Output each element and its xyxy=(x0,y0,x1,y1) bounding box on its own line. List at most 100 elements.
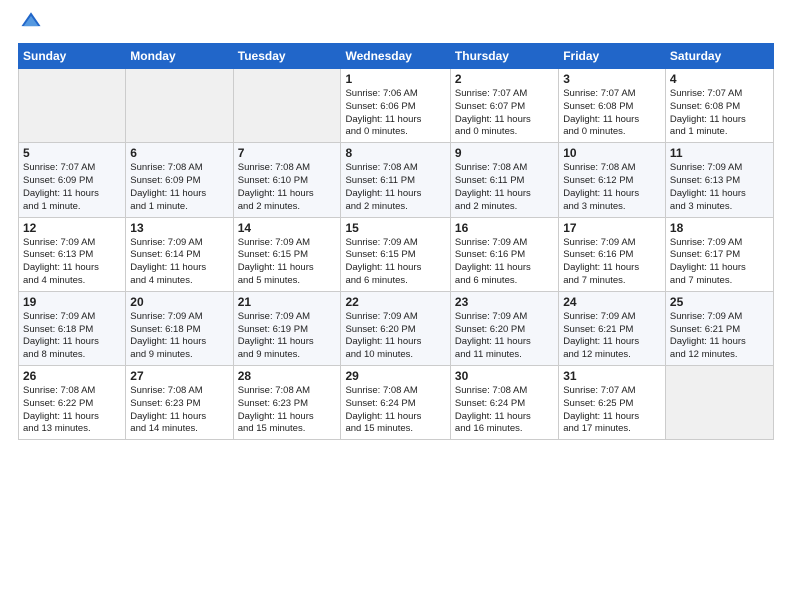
calendar-cell: 6Sunrise: 7:08 AMSunset: 6:09 PMDaylight… xyxy=(126,143,233,217)
cell-line: Daylight: 11 hours xyxy=(563,262,661,275)
day-number: 20 xyxy=(130,295,228,309)
cell-line: Daylight: 11 hours xyxy=(345,336,445,349)
cell-line: Sunset: 6:13 PM xyxy=(23,249,121,262)
day-number: 25 xyxy=(670,295,769,309)
cell-line: Sunrise: 7:09 AM xyxy=(563,237,661,250)
cell-line: Sunrise: 7:09 AM xyxy=(238,237,337,250)
cell-line: Daylight: 11 hours xyxy=(345,114,445,127)
calendar-cell xyxy=(19,69,126,143)
cell-line: Sunset: 6:21 PM xyxy=(670,324,769,337)
cell-line: Sunrise: 7:09 AM xyxy=(670,237,769,250)
calendar-cell xyxy=(126,69,233,143)
cell-line: Sunrise: 7:09 AM xyxy=(23,311,121,324)
cell-line: Sunrise: 7:09 AM xyxy=(455,237,554,250)
cell-line: Daylight: 11 hours xyxy=(238,188,337,201)
cell-line: and 3 minutes. xyxy=(563,201,661,214)
cell-line: Sunset: 6:20 PM xyxy=(345,324,445,337)
day-number: 21 xyxy=(238,295,337,309)
cell-line: Sunset: 6:17 PM xyxy=(670,249,769,262)
cell-line: and 3 minutes. xyxy=(670,201,769,214)
calendar-cell xyxy=(665,366,773,440)
day-number: 9 xyxy=(455,146,554,160)
cell-line: Sunset: 6:18 PM xyxy=(130,324,228,337)
calendar-week-row: 12Sunrise: 7:09 AMSunset: 6:13 PMDayligh… xyxy=(19,217,774,291)
col-header-thursday: Thursday xyxy=(450,44,558,69)
day-number: 11 xyxy=(670,146,769,160)
calendar-cell: 23Sunrise: 7:09 AMSunset: 6:20 PMDayligh… xyxy=(450,291,558,365)
calendar-week-row: 1Sunrise: 7:06 AMSunset: 6:06 PMDaylight… xyxy=(19,69,774,143)
cell-line: Daylight: 11 hours xyxy=(130,336,228,349)
calendar-cell: 31Sunrise: 7:07 AMSunset: 6:25 PMDayligh… xyxy=(559,366,666,440)
day-number: 2 xyxy=(455,72,554,86)
cell-line: and 7 minutes. xyxy=(563,275,661,288)
cell-line: Sunset: 6:22 PM xyxy=(23,398,121,411)
cell-line: Sunrise: 7:08 AM xyxy=(345,385,445,398)
cell-line: Sunset: 6:21 PM xyxy=(563,324,661,337)
day-number: 29 xyxy=(345,369,445,383)
cell-line: and 1 minute. xyxy=(670,126,769,139)
cell-line: Daylight: 11 hours xyxy=(670,114,769,127)
header xyxy=(18,10,774,37)
cell-line: Daylight: 11 hours xyxy=(23,262,121,275)
cell-line: Sunrise: 7:09 AM xyxy=(345,311,445,324)
calendar-cell: 5Sunrise: 7:07 AMSunset: 6:09 PMDaylight… xyxy=(19,143,126,217)
cell-line: Sunset: 6:10 PM xyxy=(238,175,337,188)
cell-line: and 12 minutes. xyxy=(563,349,661,362)
cell-line: and 6 minutes. xyxy=(455,275,554,288)
cell-line: Sunrise: 7:09 AM xyxy=(345,237,445,250)
calendar-cell xyxy=(233,69,341,143)
cell-line: Daylight: 11 hours xyxy=(563,114,661,127)
calendar-cell: 27Sunrise: 7:08 AMSunset: 6:23 PMDayligh… xyxy=(126,366,233,440)
cell-line: Sunset: 6:06 PM xyxy=(345,101,445,114)
cell-line: Sunset: 6:23 PM xyxy=(238,398,337,411)
calendar-cell: 13Sunrise: 7:09 AMSunset: 6:14 PMDayligh… xyxy=(126,217,233,291)
cell-line: Daylight: 11 hours xyxy=(23,188,121,201)
calendar-week-row: 19Sunrise: 7:09 AMSunset: 6:18 PMDayligh… xyxy=(19,291,774,365)
calendar-cell: 24Sunrise: 7:09 AMSunset: 6:21 PMDayligh… xyxy=(559,291,666,365)
cell-line: Sunrise: 7:09 AM xyxy=(23,237,121,250)
cell-line: Sunset: 6:11 PM xyxy=(345,175,445,188)
cell-line: Daylight: 11 hours xyxy=(238,336,337,349)
cell-line: Daylight: 11 hours xyxy=(670,336,769,349)
cell-line: Sunrise: 7:07 AM xyxy=(455,88,554,101)
calendar-cell: 3Sunrise: 7:07 AMSunset: 6:08 PMDaylight… xyxy=(559,69,666,143)
cell-line: Sunrise: 7:09 AM xyxy=(238,311,337,324)
cell-line: Daylight: 11 hours xyxy=(455,336,554,349)
day-number: 31 xyxy=(563,369,661,383)
cell-line: Sunrise: 7:08 AM xyxy=(238,162,337,175)
cell-line: Sunrise: 7:07 AM xyxy=(563,385,661,398)
col-header-saturday: Saturday xyxy=(665,44,773,69)
cell-line: Daylight: 11 hours xyxy=(345,411,445,424)
cell-line: Sunrise: 7:09 AM xyxy=(670,162,769,175)
cell-line: and 0 minutes. xyxy=(345,126,445,139)
calendar-cell: 7 Sunrise: 7:08 AMSunset: 6:10 PMDaylight… xyxy=(233,143,341,217)
cell-line: Sunset: 6:12 PM xyxy=(563,175,661,188)
cell-line: Sunset: 6:18 PM xyxy=(23,324,121,337)
cell-line: Daylight: 11 hours xyxy=(345,262,445,275)
day-number: 16 xyxy=(455,221,554,235)
page: SundayMondayTuesdayWednesdayThursdayFrid… xyxy=(0,0,792,612)
cell-line: Daylight: 11 hours xyxy=(563,411,661,424)
calendar-table: SundayMondayTuesdayWednesdayThursdayFrid… xyxy=(18,43,774,440)
calendar-cell: 15Sunrise: 7:09 AMSunset: 6:15 PMDayligh… xyxy=(341,217,450,291)
cell-line: and 13 minutes. xyxy=(23,423,121,436)
cell-line: Daylight: 11 hours xyxy=(130,262,228,275)
cell-line: and 11 minutes. xyxy=(455,349,554,362)
day-number: 7 xyxy=(238,146,337,160)
cell-line: and 9 minutes. xyxy=(130,349,228,362)
day-number: 3 xyxy=(563,72,661,86)
logo-icon xyxy=(20,10,42,32)
day-number: 5 xyxy=(23,146,121,160)
logo xyxy=(18,10,42,37)
cell-line: Sunrise: 7:08 AM xyxy=(130,162,228,175)
cell-line: and 12 minutes. xyxy=(670,349,769,362)
cell-line: Sunrise: 7:09 AM xyxy=(563,311,661,324)
cell-line: and 10 minutes. xyxy=(345,349,445,362)
cell-line: Sunset: 6:15 PM xyxy=(345,249,445,262)
cell-line: Sunrise: 7:07 AM xyxy=(563,88,661,101)
cell-line: Sunset: 6:15 PM xyxy=(238,249,337,262)
day-number: 4 xyxy=(670,72,769,86)
day-number: 28 xyxy=(238,369,337,383)
calendar-cell: 10Sunrise: 7:08 AMSunset: 6:12 PMDayligh… xyxy=(559,143,666,217)
cell-line: Daylight: 11 hours xyxy=(23,336,121,349)
